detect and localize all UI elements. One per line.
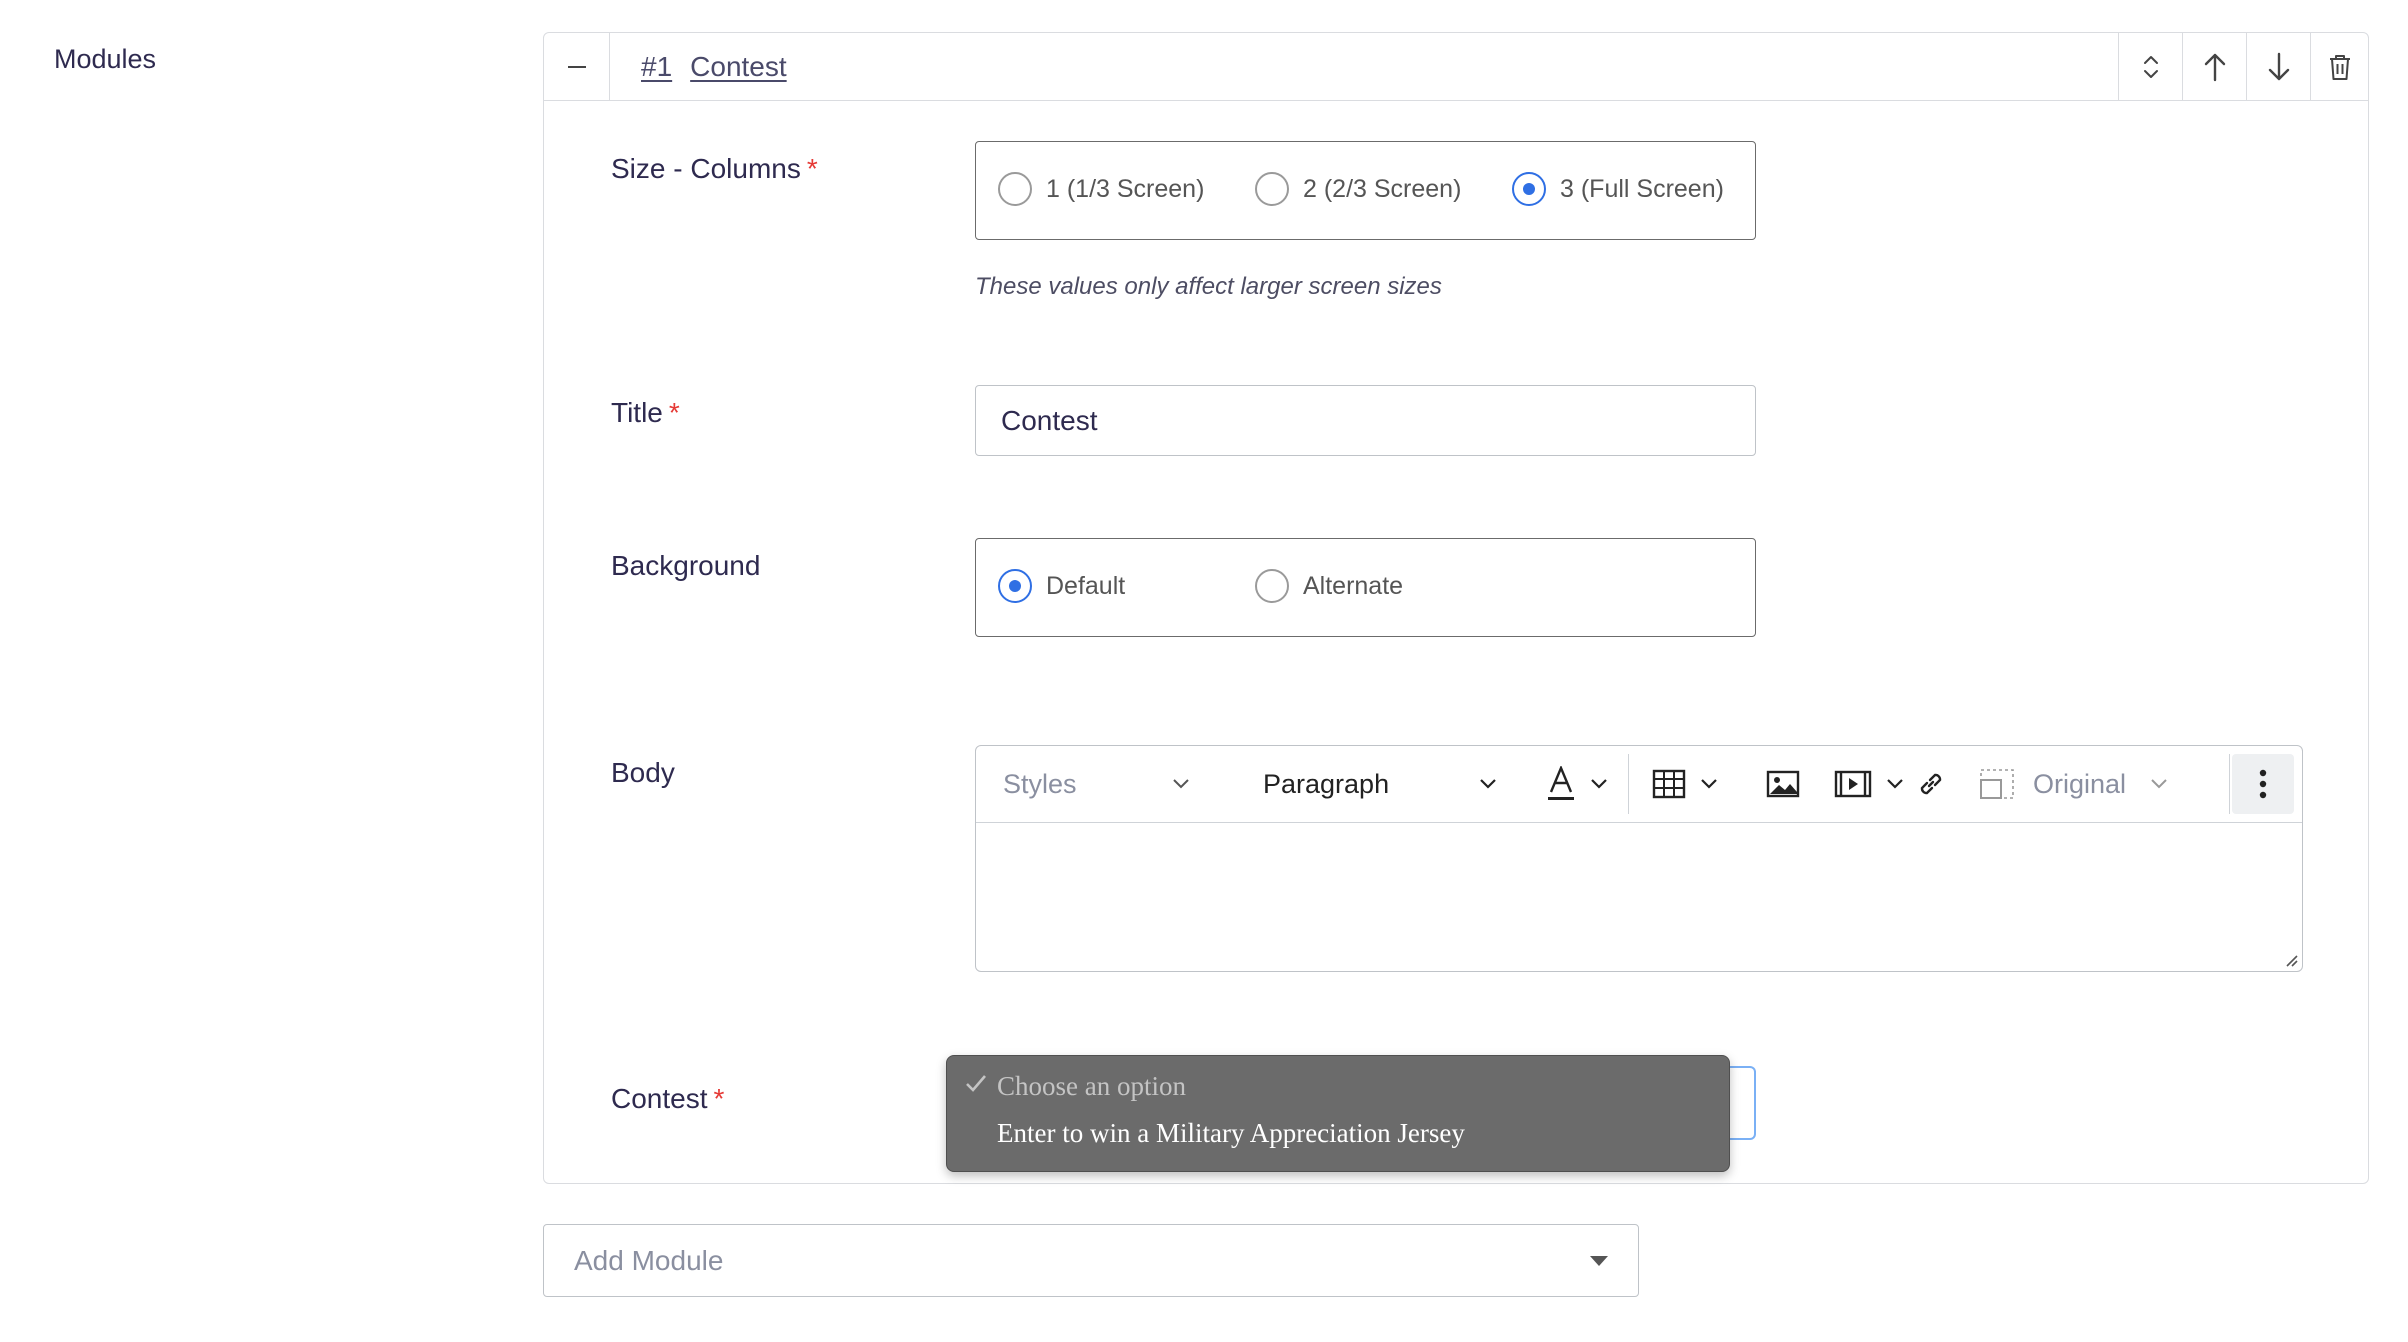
background-label: Background	[611, 550, 761, 581]
radio-circle[interactable]	[998, 172, 1032, 206]
chevron-down-icon	[1172, 779, 1189, 789]
editor-toolbar: Styles Paragraph Original	[976, 746, 2302, 823]
table-button[interactable]	[1652, 746, 1718, 822]
styles-dropdown[interactable]: Styles	[1003, 746, 1190, 822]
body-editor: Styles Paragraph Original	[975, 745, 2303, 972]
size-columns-label: Size - Columns *	[611, 153, 818, 184]
size-option-2[interactable]: 2 (2/3 Screen)	[1255, 172, 1461, 206]
module-header: #1 Contest	[544, 33, 2368, 101]
body-editor-content[interactable]	[976, 823, 2302, 971]
size-option-1[interactable]: 1 (1/3 Screen)	[998, 172, 1204, 206]
radio-circle-selected[interactable]	[1512, 172, 1546, 206]
background-option-default[interactable]: Default	[998, 569, 1125, 603]
add-module-select[interactable]: Add Module	[543, 1224, 1639, 1297]
move-up-button[interactable]	[2182, 33, 2247, 100]
image-size-dropdown[interactable]: Original	[1979, 746, 2168, 822]
arrow-down-icon	[2268, 52, 2290, 80]
collapse-button[interactable]	[544, 33, 610, 100]
insert-link-button[interactable]	[1916, 746, 1946, 822]
required-marker: *	[713, 1083, 725, 1114]
resize-handle-icon[interactable]	[2284, 953, 2298, 967]
module-title-link[interactable]: #1 Contest	[641, 51, 787, 83]
background-radio-group: Default Alternate	[975, 538, 1756, 637]
title-input[interactable]: Contest	[975, 385, 1756, 456]
add-module-placeholder: Add Module	[574, 1245, 724, 1276]
trash-icon	[2330, 54, 2350, 80]
toolbar-divider	[1628, 754, 1629, 814]
required-marker: *	[668, 397, 680, 428]
required-marker: *	[806, 153, 818, 184]
dropdown-option-placeholder[interactable]: Choose an option	[997, 1071, 1186, 1102]
body-label: Body	[611, 757, 675, 788]
paragraph-dropdown[interactable]: Paragraph	[1263, 746, 1497, 822]
insert-media-button[interactable]	[1834, 746, 1904, 822]
text-color-icon	[1548, 766, 1574, 800]
more-icon	[2259, 769, 2267, 799]
reorder-button[interactable]	[2118, 33, 2183, 100]
chevron-down-icon	[2151, 779, 2167, 789]
background-option-alternate[interactable]: Alternate	[1255, 569, 1403, 603]
media-icon	[1834, 770, 1872, 798]
size-option-3[interactable]: 3 (Full Screen)	[1512, 172, 1724, 206]
chevron-down-icon	[1887, 779, 1903, 789]
collapse-icon	[567, 65, 586, 68]
checkmark-icon	[966, 1075, 986, 1092]
chevron-down-icon	[1701, 779, 1717, 789]
link-icon	[1920, 773, 1942, 795]
reorder-icon	[2144, 55, 2158, 78]
modules-section-label: Modules	[54, 44, 157, 74]
table-icon	[1652, 769, 1686, 799]
size-columns-radio-group: 1 (1/3 Screen) 2 (2/3 Screen) 3 (Full Sc…	[975, 141, 1756, 240]
move-down-button[interactable]	[2246, 33, 2311, 100]
size-help-text: These values only affect larger screen s…	[975, 273, 1442, 300]
chevron-down-icon	[1480, 779, 1496, 789]
radio-circle[interactable]	[1255, 172, 1289, 206]
radio-circle[interactable]	[1255, 569, 1289, 603]
toolbar-divider	[2229, 754, 2230, 814]
contest-label: Contest *	[611, 1083, 725, 1114]
chevron-down-icon	[1591, 779, 1607, 789]
dropdown-option[interactable]: Enter to win a Military Appreciation Jer…	[997, 1118, 1465, 1149]
module-number: #1	[641, 51, 673, 82]
image-resize-icon	[1980, 769, 2014, 799]
insert-image-button[interactable]	[1766, 746, 1800, 822]
delete-module-button[interactable]	[2310, 33, 2369, 100]
radio-circle-selected[interactable]	[998, 569, 1032, 603]
contest-dropdown-menu: Choose an option Enter to win a Military…	[946, 1055, 1730, 1172]
module-name: Contest	[690, 51, 787, 82]
more-options-button[interactable]	[2232, 754, 2294, 814]
arrow-up-icon	[2204, 53, 2226, 81]
caret-down-icon	[1590, 1256, 1608, 1266]
text-color-button[interactable]	[1546, 746, 1608, 822]
title-label: Title *	[611, 397, 680, 428]
image-icon	[1766, 770, 1800, 798]
